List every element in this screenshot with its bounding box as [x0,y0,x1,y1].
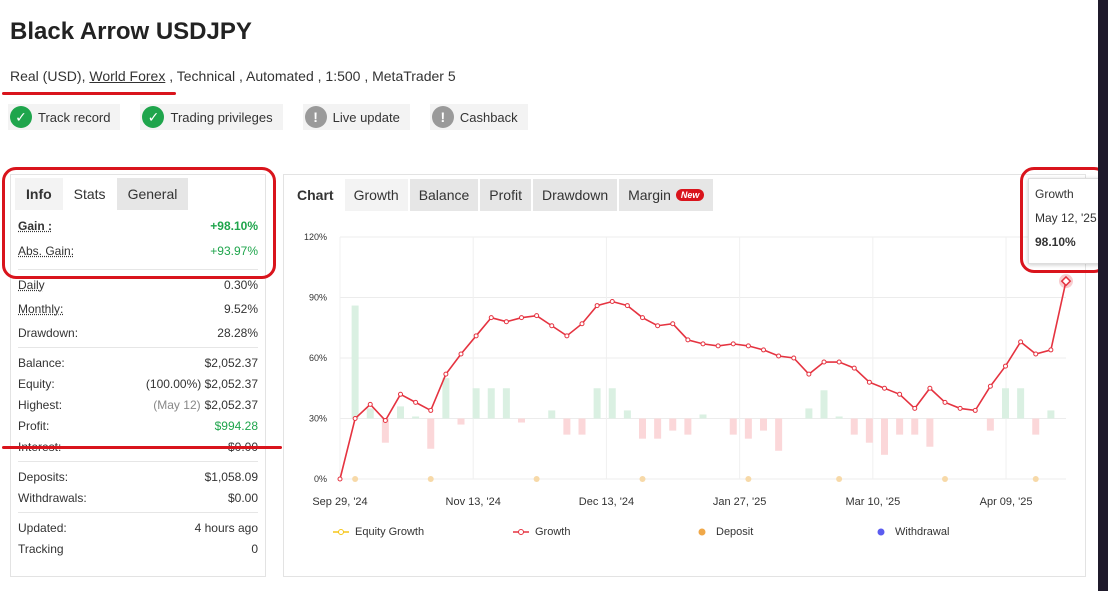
badge-cashback[interactable]: ! Cashback [429,104,528,130]
stat-value: (100.00%) $2,052.37 [145,376,258,391]
check-icon: ✓ [10,106,32,128]
account-subtitle: Real (USD), World Forex , Technical , Au… [10,68,456,84]
stat-value: $0.00 [227,490,258,505]
stat-label: Daily [18,277,45,292]
stat-label: Withdrawals: [18,490,87,505]
tab-growth[interactable]: Growth [344,179,408,211]
legend-label: Growth [535,526,571,538]
badge-live-update[interactable]: ! Live update [302,104,410,130]
stat-label: Balance: [18,355,65,370]
annotation-underline-profit [2,446,282,449]
legend-equity-marker [333,529,349,535]
legend-deposit-marker [698,528,706,536]
stat-value: $1,058.09 [204,469,258,484]
stat-withdrawals: Withdrawals: $0.00 [11,487,265,508]
stat-label: Monthly: [18,301,64,316]
stat-balance: Balance: $2,052.37 [11,352,265,373]
stat-monthly: Monthly: 9.52% [11,295,265,322]
legend-withdrawal[interactable]: Withdrawal [877,526,949,538]
check-icon: ✓ [142,106,165,128]
stat-label: Drawdown: [18,325,79,340]
legend-growth-marker [513,529,529,535]
account-details: , Technical , Automated , 1:500 , MetaTr… [169,68,456,84]
page-title: Black Arrow USDJPY [10,18,252,45]
tab-margin[interactable]: Margin New [619,179,714,211]
legend-label: Deposit [716,526,754,538]
stat-label: Deposits: [18,469,69,484]
stat-label: Highest: [18,397,63,412]
divider [18,512,258,513]
stat-label: Profit: [18,418,50,433]
stat-deposits: Deposits: $1,058.09 [11,466,265,487]
badge-track-record[interactable]: ✓ Track record [8,104,121,130]
badge-label: Track record [38,109,111,125]
exclamation-icon: ! [431,106,454,128]
stat-label: Tracking [18,541,64,556]
badge-label: Live update [332,109,400,125]
stat-value: 0 [251,541,258,556]
verification-badges: ✓ Track record ✓ Trading privileges ! Li… [8,104,528,130]
tab-margin-label: Margin [628,187,671,203]
stat-value: $2,052.37 [204,397,258,412]
legend-withdrawal-marker [877,528,885,536]
annotation-circle-tooltip [1020,167,1108,273]
tab-balance[interactable]: Balance [409,179,479,211]
stat-highest: Highest: (May 12) $2,052.37 [11,394,265,415]
legend-growth[interactable]: Growth [513,526,570,538]
chart-panel: Chart Growth Balance Profit Drawdown Mar… [283,174,1086,577]
exclamation-icon: ! [304,106,327,128]
tab-profit[interactable]: Profit [480,179,531,211]
stat-value: $2,052.37 [204,355,258,370]
stat-value: 28.28% [217,325,258,340]
stat-label: Updated: [18,520,67,535]
badge-label: Trading privileges [170,109,273,125]
legend-equity-growth[interactable]: Equity Growth [333,526,424,538]
divider [18,347,258,348]
tab-chart[interactable]: Chart [288,179,343,211]
badge-label: Cashback [459,109,518,125]
badge-trading-privileges[interactable]: ✓ Trading privileges [140,104,283,130]
annotation-underline-subtitle [2,92,176,95]
broker-link[interactable]: World Forex [89,68,165,84]
annotation-circle-gain [2,167,276,279]
chart-tabs: Chart Growth Balance Profit Drawdown Mar… [288,179,715,211]
stat-value: 9.52% [223,301,258,316]
stat-tracking: Tracking 0 [11,538,265,559]
new-badge: New [675,189,705,201]
stat-updated: Updated: 4 hours ago [11,517,265,538]
stat-note: (May 12) [153,397,201,412]
tab-drawdown[interactable]: Drawdown [532,179,618,211]
stat-value: $994.28 [214,418,258,433]
stat-equity: Equity: (100.00%) $2,052.37 [11,373,265,394]
stat-drawdown: Drawdown: 28.28% [11,322,265,343]
legend-label: Equity Growth [355,526,425,538]
legend-deposit[interactable]: Deposit [698,526,753,538]
stat-label: Equity: [18,376,55,391]
side-strip [1098,0,1108,591]
stat-profit: Profit: $994.28 [11,415,265,436]
stat-value: 4 hours ago [194,520,258,535]
divider [18,461,258,462]
legend-label: Withdrawal [895,526,950,538]
stat-value: 0.30% [223,277,258,292]
account-type: Real (USD), [10,68,86,84]
